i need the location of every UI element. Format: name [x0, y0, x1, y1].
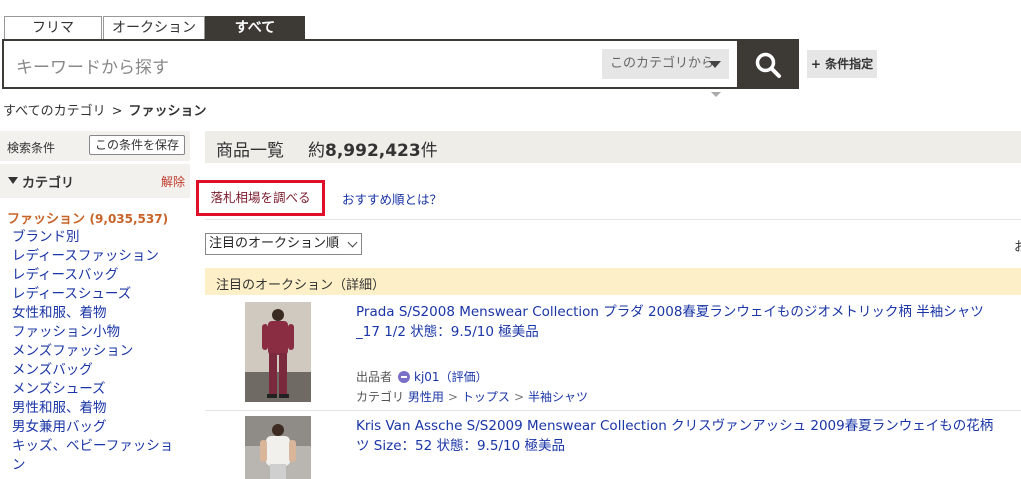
- category-link[interactable]: トップス: [462, 390, 510, 404]
- seller-rating-icon: [398, 371, 411, 383]
- item-thumbnail[interactable]: [245, 416, 311, 479]
- category-item-mens-fashion[interactable]: メンズファッション: [12, 342, 188, 361]
- breadcrumb-root[interactable]: すべてのカテゴリ: [3, 104, 106, 119]
- tab-all[interactable]: すべて: [205, 16, 305, 39]
- current-category-count: (9,035,537): [89, 212, 169, 226]
- current-category-name: ファッション: [7, 212, 86, 227]
- product-photo-image: [245, 302, 311, 402]
- category-item-kids-baby-wrap[interactable]: ン: [12, 456, 188, 475]
- category-item-ladies-fashion[interactable]: レディースファッション: [12, 247, 188, 266]
- list-item: Kris Van Assche S/S2009 Menswear Collect…: [205, 416, 1021, 479]
- caret-down-icon: [709, 61, 721, 68]
- category-item-ladies-shoes[interactable]: レディースシューズ: [12, 285, 188, 304]
- item-category: カテゴリ 男性用 > トップス > 半袖シャツ: [356, 388, 588, 405]
- collapse-triangle-icon: [8, 177, 18, 184]
- divider: [205, 219, 1021, 220]
- results-title: 商品一覧: [216, 141, 284, 161]
- item-divider: [205, 410, 1021, 411]
- seller-info: 出品者 kj01（評価）: [356, 368, 488, 385]
- item-title-line: ツ Size：52 状態：9.5/10 極美品: [356, 438, 565, 454]
- item-title-link[interactable]: Kris Van Assche S/S2009 Menswear Collect…: [356, 416, 1021, 456]
- category-item-womens-kimono[interactable]: 女性和服、着物: [12, 304, 188, 323]
- category-header[interactable]: カテゴリ 解除: [0, 164, 190, 198]
- market-price-button[interactable]: 落札相場を調べる: [196, 180, 325, 216]
- item-title-link[interactable]: Prada S/S2008 Menswear Collection プラダ 20…: [356, 302, 1021, 342]
- search-icon: [755, 52, 781, 78]
- category-label: カテゴリ: [356, 390, 405, 404]
- condition-filter-button[interactable]: + 条件指定: [807, 50, 877, 78]
- category-link[interactable]: 男性用: [408, 390, 444, 404]
- sort-select[interactable]: 注目のオークション順: [205, 233, 362, 255]
- count-suffix: 件: [420, 141, 438, 161]
- category-scope-select[interactable]: このカテゴリから: [602, 49, 729, 79]
- tab-flea-market[interactable]: フリマ: [4, 16, 102, 39]
- featured-auction-bar: 注目のオークション（詳細）: [205, 268, 1021, 295]
- category-item-ladies-bag[interactable]: レディースバッグ: [12, 266, 188, 285]
- count-value: 8,992,423: [325, 141, 421, 161]
- tab-auction[interactable]: オークション: [103, 16, 205, 39]
- cutoff-text: お: [1014, 240, 1021, 255]
- search-bar: キーワードから探す このカテゴリから: [2, 39, 799, 89]
- category-item-mens-shoes[interactable]: メンズシューズ: [12, 380, 188, 399]
- results-header: 商品一覧 約8,992,423件: [205, 131, 1021, 163]
- chevron-down-icon: [347, 237, 358, 248]
- category-scope-label: このカテゴリから: [610, 56, 715, 71]
- category-item-brand[interactable]: ブランド別: [12, 228, 188, 247]
- seller-label: 出品者: [356, 370, 393, 384]
- item-title-line: Prada S/S2008 Menswear Collection プラダ 20…: [356, 304, 984, 320]
- clear-category-link[interactable]: 解除: [161, 173, 185, 190]
- category-separator: >: [513, 390, 524, 404]
- featured-auction-label[interactable]: 注目のオークション（詳細）: [216, 274, 385, 293]
- category-link[interactable]: 半袖シャツ: [528, 390, 588, 404]
- category-item-kids-baby[interactable]: キッズ、ベビーファッショ: [12, 437, 188, 456]
- product-photo-image: [245, 416, 311, 479]
- category-item-accessories[interactable]: ファッション小物: [12, 323, 188, 342]
- dropdown-caret-icon: [711, 92, 721, 97]
- recommend-order-link[interactable]: おすすめ順とは？: [342, 189, 442, 208]
- list-item: Prada S/S2008 Menswear Collection プラダ 20…: [205, 302, 1021, 406]
- search-input[interactable]: キーワードから探す: [16, 53, 169, 78]
- item-thumbnail[interactable]: [245, 302, 311, 402]
- count-prefix: 約: [308, 141, 325, 161]
- search-conditions-label: 検索条件: [7, 141, 56, 155]
- save-conditions-button[interactable]: この条件を保存: [89, 135, 185, 155]
- breadcrumb-current: ファッション: [128, 104, 207, 119]
- category-item-mens-kimono[interactable]: 男性和服、着物: [12, 399, 188, 418]
- category-title: カテゴリ: [22, 176, 75, 191]
- search-conditions-header: 検索条件 この条件を保存: [0, 131, 190, 161]
- results-count: 約8,992,423件: [308, 136, 438, 161]
- category-item-unisex-bag[interactable]: 男女兼用バッグ: [12, 418, 188, 437]
- category-item-mens-bag[interactable]: メンズバッグ: [12, 361, 188, 380]
- current-category[interactable]: ファッション (9,035,537): [7, 208, 168, 227]
- seller-name-link[interactable]: kj01（評価）: [414, 370, 488, 384]
- search-button[interactable]: [737, 39, 799, 89]
- item-title-line: _17 1/2 状態：9.5/10 極美品: [356, 324, 539, 340]
- breadcrumb: すべてのカテゴリ > ファッション: [3, 100, 207, 119]
- sort-selected-label: 注目のオークション順: [209, 236, 340, 251]
- category-separator: >: [447, 390, 458, 404]
- item-title-line: Kris Van Assche S/S2009 Menswear Collect…: [356, 418, 994, 434]
- breadcrumb-separator: >: [111, 104, 123, 119]
